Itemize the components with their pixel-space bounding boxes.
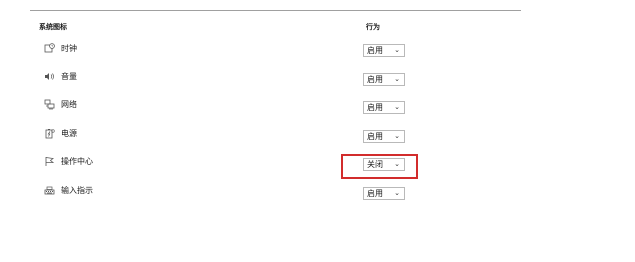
action-center-label: 操作中心 [61, 157, 93, 166]
volume-behavior-value: 启用 [367, 75, 383, 84]
row-action-center: 操作中心 [0, 156, 635, 176]
chevron-down-icon: ⌄ [394, 189, 400, 197]
power-label: 电源 [61, 129, 77, 138]
clock-icon [44, 43, 55, 54]
row-clock: 时钟 [0, 43, 635, 63]
network-behavior-select[interactable]: 启用 ⌄ [363, 101, 405, 114]
highlight-box [341, 154, 418, 179]
chevron-down-icon: ⌄ [394, 46, 400, 54]
clock-behavior-select[interactable]: 启用 ⌄ [363, 44, 405, 57]
input-indicator-behavior-value: 启用 [367, 189, 383, 198]
volume-behavior-select[interactable]: 启用 ⌄ [363, 73, 405, 86]
row-power: 电源 [0, 128, 635, 148]
network-behavior-value: 启用 [367, 103, 383, 112]
volume-icon [44, 71, 55, 82]
power-behavior-select[interactable]: 启用 ⌄ [363, 130, 405, 143]
system-icons-column-header: 系统图标 [39, 23, 67, 31]
volume-label: 音量 [61, 72, 77, 81]
network-label: 网络 [61, 100, 77, 109]
chevron-down-icon: ⌄ [394, 75, 400, 83]
row-network: 网络 [0, 99, 635, 119]
flag-icon [44, 156, 55, 167]
input-indicator-label: 输入指示 [61, 186, 93, 195]
clock-label: 时钟 [61, 44, 77, 53]
power-behavior-value: 启用 [367, 132, 383, 141]
keyboard-icon [44, 185, 55, 196]
input-indicator-behavior-select[interactable]: 启用 ⌄ [363, 187, 405, 200]
chevron-down-icon: ⌄ [394, 103, 400, 111]
behavior-column-header: 行为 [366, 23, 380, 31]
row-volume: 音量 [0, 71, 635, 91]
clock-behavior-value: 启用 [367, 46, 383, 55]
chevron-down-icon: ⌄ [394, 132, 400, 140]
power-icon [44, 128, 55, 139]
header-divider [30, 10, 521, 11]
network-icon [44, 99, 55, 110]
row-input-indicator: 输入指示 [0, 185, 635, 205]
